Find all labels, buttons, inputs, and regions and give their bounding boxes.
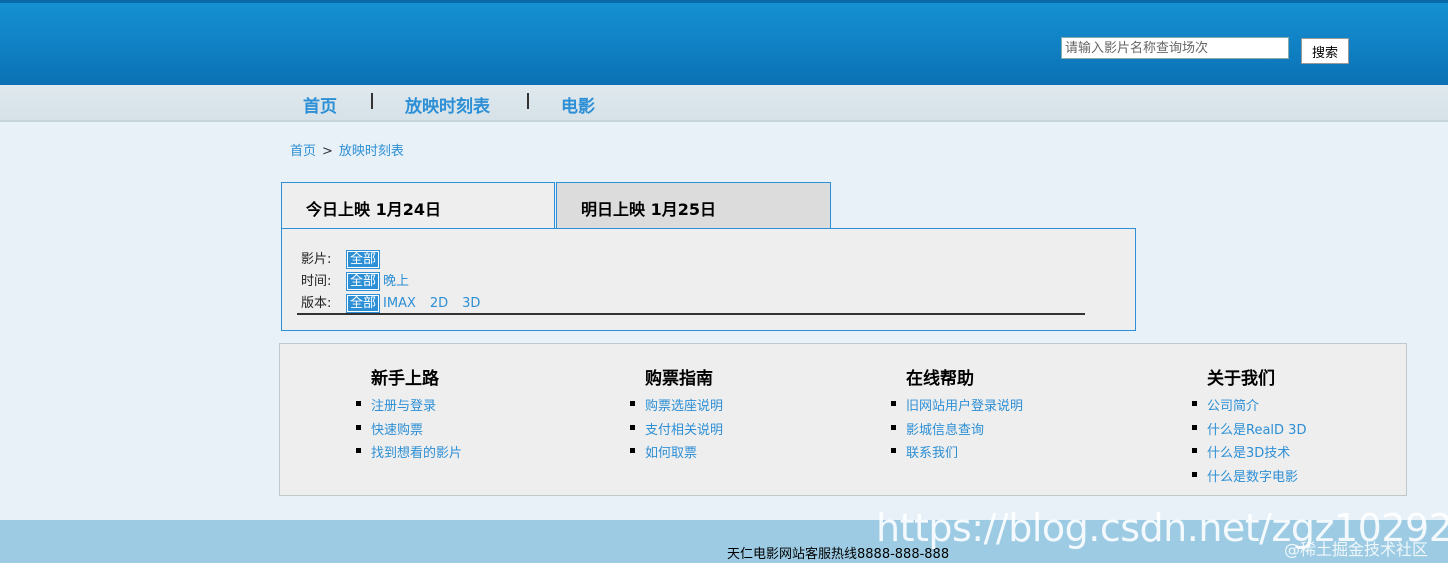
bullet-icon xyxy=(630,424,635,430)
breadcrumb-home-link[interactable]: 首页 xyxy=(290,144,316,159)
tab-today[interactable]: 今日上映 1月24日 xyxy=(281,182,555,228)
footer-link[interactable]: 旧网站用户登录说明 xyxy=(906,399,1023,414)
filter-version-all[interactable]: 全部 xyxy=(345,294,381,313)
filter-label-time: 时间: xyxy=(301,274,332,289)
bullet-icon xyxy=(356,401,361,406)
filter-time-evening[interactable]: 晚上 xyxy=(383,274,409,289)
header-top-line xyxy=(0,0,1448,3)
search-input[interactable] xyxy=(1061,37,1289,59)
filter-row-time: 时间: 全部 晚上 xyxy=(301,270,423,291)
filter-label-film: 影片: xyxy=(301,252,332,267)
site-header: 搜索 xyxy=(0,0,1448,85)
footer-link[interactable]: 影城信息查询 xyxy=(906,423,984,438)
breadcrumb: 首页 > 放映时刻表 xyxy=(290,140,404,159)
footer-link[interactable]: 公司简介 xyxy=(1207,399,1259,414)
list-item: 如何取票 xyxy=(630,442,723,466)
bullet-icon xyxy=(1192,471,1197,477)
filter-row-film: 影片: 全部 xyxy=(301,248,383,269)
footer-link[interactable]: 快速购票 xyxy=(371,423,423,438)
list-item: 影城信息查询 xyxy=(891,419,1023,443)
footer-link[interactable]: 购票选座说明 xyxy=(645,399,723,414)
bullet-icon xyxy=(891,448,896,453)
footer-link[interactable]: 联系我们 xyxy=(906,446,958,461)
list-item: 购票选座说明 xyxy=(630,395,723,419)
list-item: 旧网站用户登录说明 xyxy=(891,395,1023,419)
link-column-title: 关于我们 xyxy=(1207,369,1275,389)
breadcrumb-separator: > xyxy=(322,144,333,159)
filter-divider xyxy=(297,313,1085,315)
bullet-icon xyxy=(1192,424,1197,430)
footer-link[interactable]: 支付相关说明 xyxy=(645,423,723,438)
link-column-help: 在线帮助 旧网站用户登录说明 影城信息查询 联系我们 xyxy=(891,364,1023,466)
nav-item-schedule[interactable]: 放映时刻表 xyxy=(405,92,490,117)
nav-separator xyxy=(371,93,373,109)
footer-link[interactable]: 找到想看的影片 xyxy=(371,446,462,461)
filter-version-2d[interactable]: 2D xyxy=(430,296,448,311)
footer-link[interactable]: 如何取票 xyxy=(645,446,697,461)
filter-time-all[interactable]: 全部 xyxy=(345,272,381,291)
bullet-icon xyxy=(1192,448,1197,453)
filter-film-all[interactable]: 全部 xyxy=(345,250,381,269)
search-button[interactable]: 搜索 xyxy=(1301,38,1349,64)
link-column-title: 在线帮助 xyxy=(906,369,974,389)
breadcrumb-current-link[interactable]: 放映时刻表 xyxy=(339,144,404,159)
link-column-title: 购票指南 xyxy=(645,369,713,389)
bullet-icon xyxy=(356,448,361,453)
bullet-icon xyxy=(356,424,361,430)
footer-link[interactable]: 什么是3D技术 xyxy=(1207,446,1290,461)
bullet-icon xyxy=(1192,401,1197,406)
link-column-newbie: 新手上路 注册与登录 快速购票 找到想看的影片 xyxy=(356,364,462,466)
filter-version-3d[interactable]: 3D xyxy=(462,296,480,311)
list-item: 什么是数字电影 xyxy=(1192,466,1306,490)
footer-link[interactable]: 什么是数字电影 xyxy=(1207,470,1298,485)
filter-label-version: 版本: xyxy=(301,296,332,311)
footer-link[interactable]: 注册与登录 xyxy=(371,399,436,414)
list-item: 公司简介 xyxy=(1192,395,1306,419)
list-item: 联系我们 xyxy=(891,442,1023,466)
list-item: 什么是3D技术 xyxy=(1192,442,1306,466)
list-item: 找到想看的影片 xyxy=(356,442,462,466)
nav-item-movies[interactable]: 电影 xyxy=(561,92,595,117)
link-column-about: 关于我们 公司简介 什么是RealD 3D 什么是3D技术 什么是数字电影 xyxy=(1192,364,1306,490)
nav-separator xyxy=(527,93,529,109)
bullet-icon xyxy=(891,401,896,406)
list-item: 什么是RealD 3D xyxy=(1192,419,1306,443)
bullet-icon xyxy=(891,424,896,430)
bullet-icon xyxy=(630,448,635,453)
filter-version-imax[interactable]: IMAX xyxy=(383,296,416,311)
tab-tomorrow[interactable]: 明日上映 1月25日 xyxy=(556,182,831,228)
link-column-title: 新手上路 xyxy=(371,369,439,389)
footer-links-box: 新手上路 注册与登录 快速购票 找到想看的影片 购票指南 购票选座说明 支付相关… xyxy=(279,343,1407,496)
watermark-community: @稀土掘金技术社区 xyxy=(1284,540,1429,559)
bullet-icon xyxy=(630,401,635,406)
filter-row-version: 版本: 全部 IMAX 2D 3D xyxy=(301,292,494,313)
link-column-guide: 购票指南 购票选座说明 支付相关说明 如何取票 xyxy=(630,364,723,466)
nav-item-home[interactable]: 首页 xyxy=(303,92,337,117)
footer-link[interactable]: 什么是RealD 3D xyxy=(1207,423,1306,438)
filter-panel: 影片: 全部 时间: 全部 晚上 版本: 全部 IMAX 2D 3D xyxy=(281,228,1136,331)
list-item: 快速购票 xyxy=(356,419,462,443)
main-nav: 首页 放映时刻表 电影 xyxy=(0,85,1448,122)
list-item: 注册与登录 xyxy=(356,395,462,419)
list-item: 支付相关说明 xyxy=(630,419,723,443)
